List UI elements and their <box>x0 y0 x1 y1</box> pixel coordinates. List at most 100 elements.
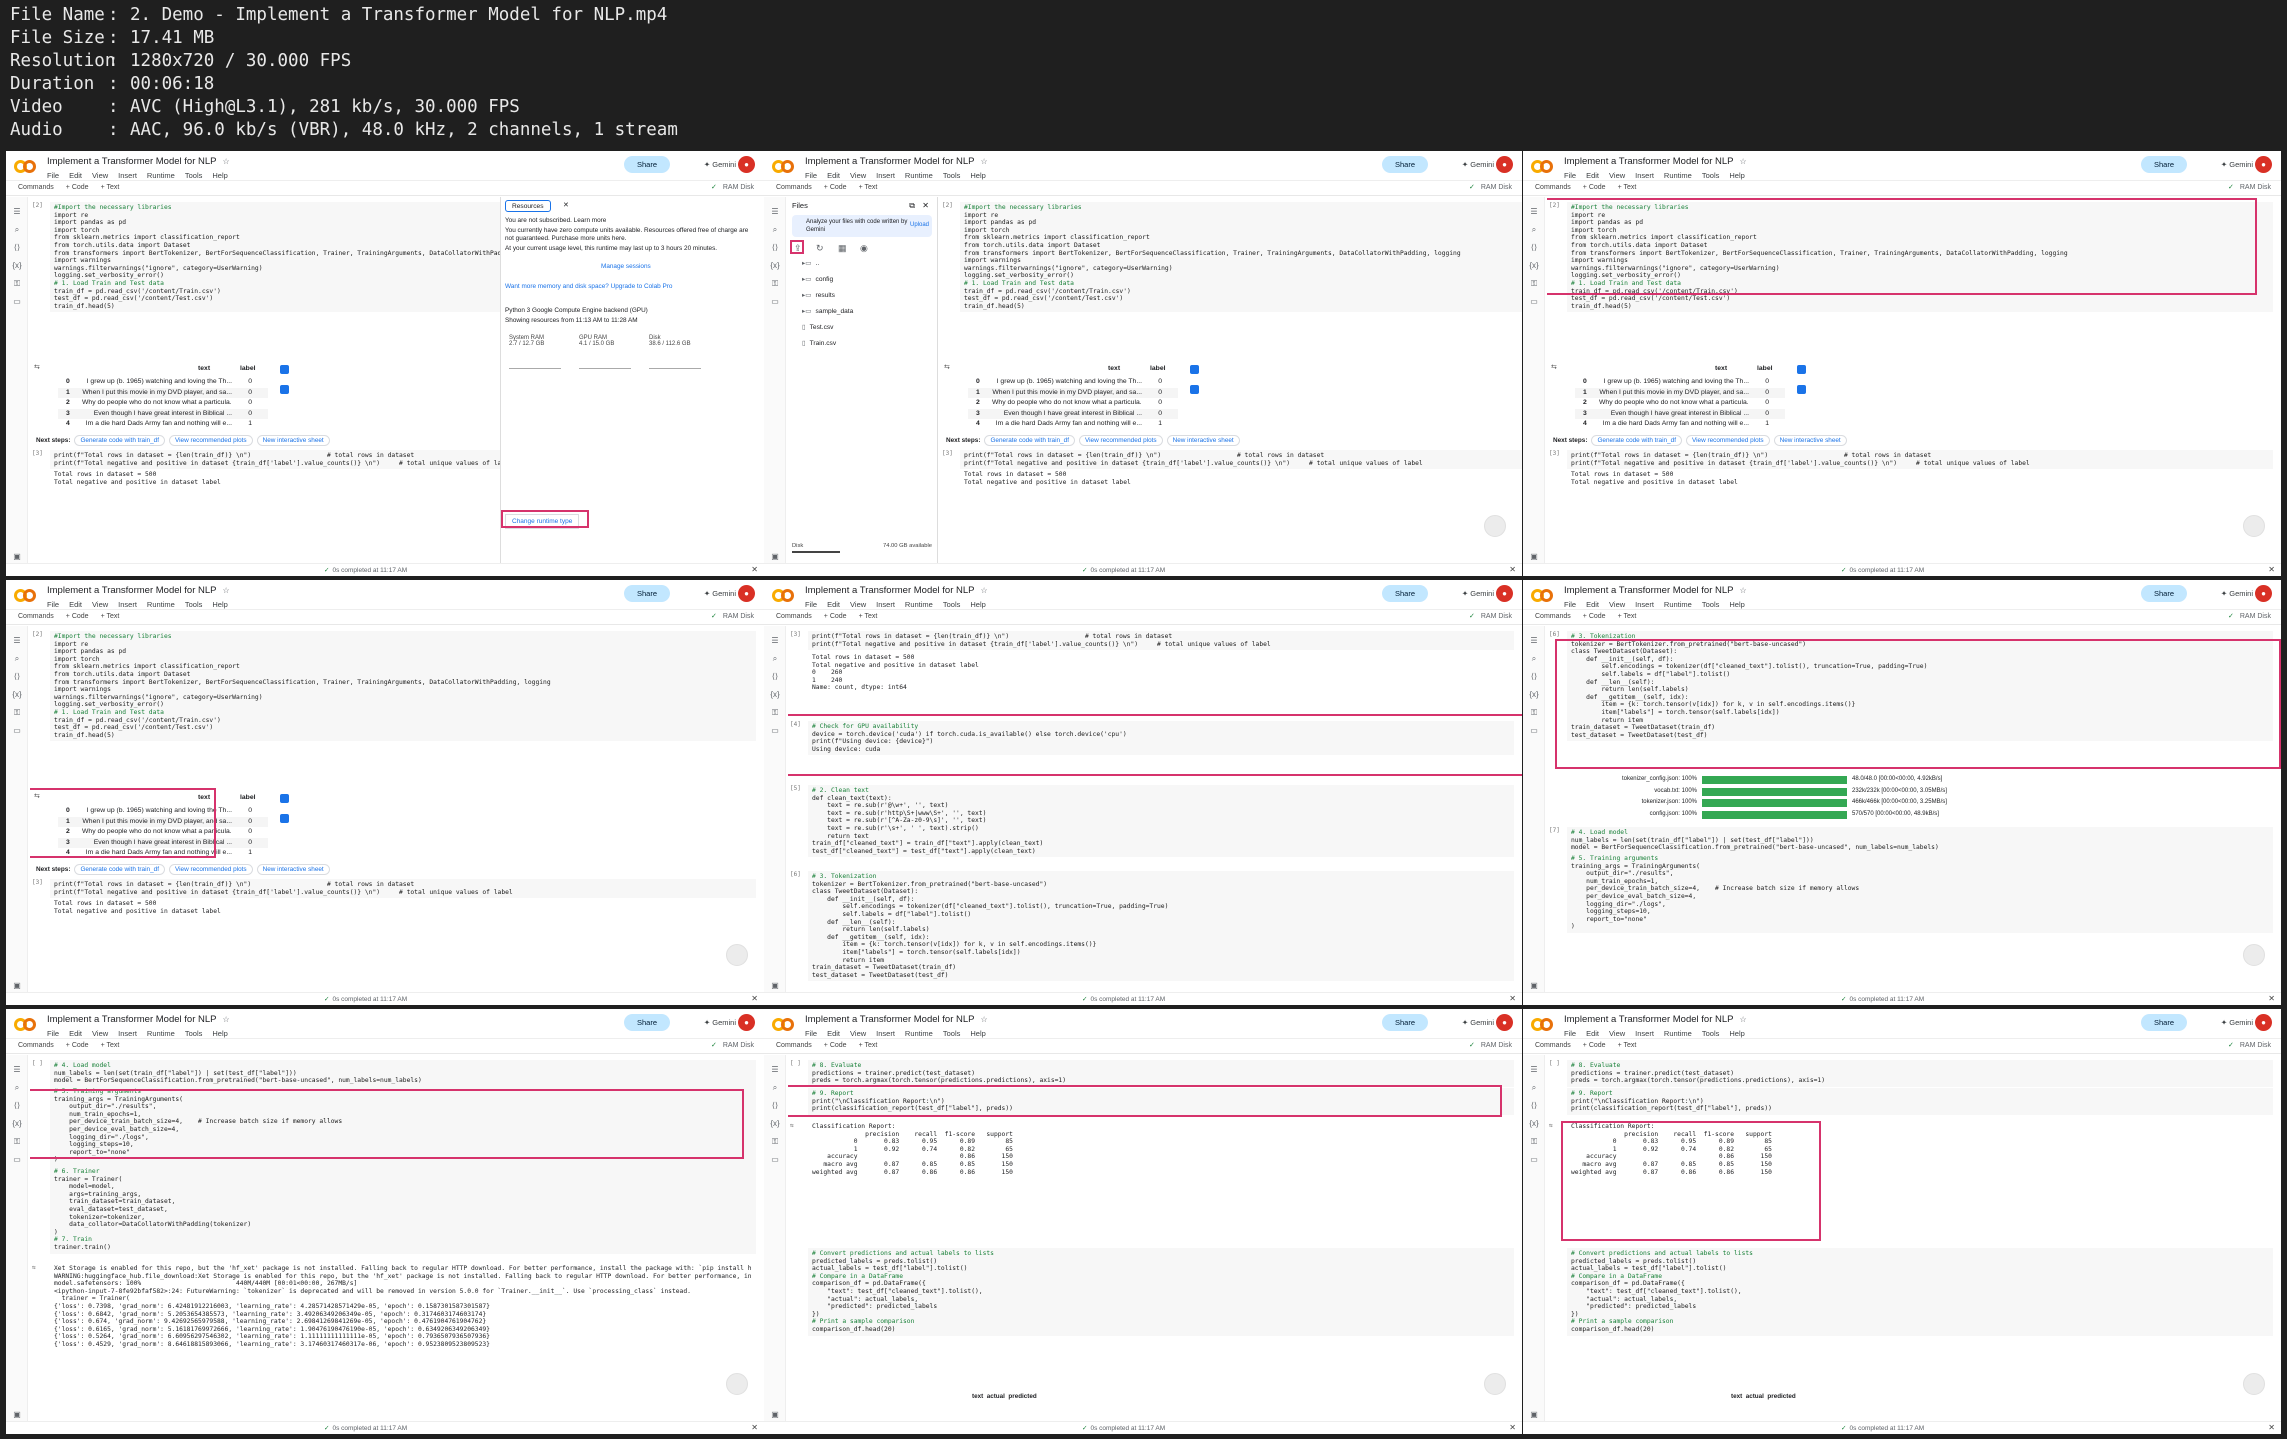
menu-item[interactable]: Help <box>1729 600 1744 609</box>
code-cell[interactable]: # 9. Report print("\nClassification Repor… <box>1547 1087 2281 1116</box>
variables-icon[interactable]: {x} <box>12 1119 22 1129</box>
colab-logo-icon[interactable] <box>772 160 794 174</box>
toolbar-button[interactable]: + Text <box>859 184 878 191</box>
toolbar-button[interactable]: Commands <box>776 184 812 191</box>
terminal-icon[interactable]: ▣ <box>12 552 22 562</box>
code-snippets-icon[interactable]: ⟨⟩ <box>1529 672 1539 682</box>
menu-item[interactable]: View <box>1609 171 1625 180</box>
secrets-icon[interactable]: ⚿ <box>12 1137 22 1147</box>
terminal-icon[interactable]: ▣ <box>770 552 780 562</box>
code-editor[interactable]: print(f"Total rows in dataset = {len(tra… <box>50 879 756 899</box>
run-cell-button[interactable]: [7] <box>1549 827 1565 835</box>
code-snippets-icon[interactable]: ⟨⟩ <box>12 672 22 682</box>
share-button[interactable]: Share <box>2141 1014 2187 1031</box>
gemini-button[interactable]: ✦ Gemini <box>1462 589 1494 598</box>
colab-logo-icon[interactable] <box>1531 589 1553 603</box>
share-button[interactable]: Share <box>624 156 670 173</box>
tab-resources[interactable]: Resources <box>505 200 551 212</box>
runtime-status[interactable]: ✓ RAM Disk <box>1469 183 1512 191</box>
refresh-icon[interactable]: ↻ <box>816 243 824 254</box>
menu-item[interactable]: Runtime <box>1664 1029 1692 1038</box>
notebook-title[interactable]: Implement a Transformer Model for NLP ☆ <box>805 585 988 596</box>
menu-item[interactable]: Help <box>970 1029 985 1038</box>
star-icon[interactable]: ☆ <box>1739 157 1746 166</box>
variables-icon[interactable]: {x} <box>770 261 780 271</box>
table-options-icon[interactable] <box>1190 365 1199 374</box>
menu-item[interactable]: Runtime <box>905 171 933 180</box>
notebook-title-text[interactable]: Implement a Transformer Model for NLP <box>805 585 974 596</box>
menu-item[interactable]: File <box>1564 600 1576 609</box>
star-icon[interactable]: ☆ <box>222 1015 229 1024</box>
next-step-chip[interactable]: New interactive sheet <box>256 435 330 446</box>
search-icon[interactable]: ⌕ <box>1529 1083 1539 1093</box>
terminal-icon[interactable]: ▣ <box>1529 552 1539 562</box>
notebook-title[interactable]: Implement a Transformer Model for NLP ☆ <box>1564 585 1747 596</box>
toolbar-button[interactable]: + Text <box>1618 613 1637 620</box>
colab-logo-icon[interactable] <box>14 589 36 603</box>
run-cell-button[interactable]: [2] <box>32 631 48 639</box>
search-icon[interactable]: ⌕ <box>12 1083 22 1093</box>
folder-icon[interactable]: ▭ <box>12 297 22 307</box>
close-icon[interactable]: ✕ <box>922 201 929 210</box>
folder-icon[interactable]: ▭ <box>770 297 780 307</box>
toolbar-button[interactable]: Commands <box>776 613 812 620</box>
menu-item[interactable]: File <box>1564 1029 1576 1038</box>
avatar[interactable]: ● <box>2255 585 2272 602</box>
code-snippets-icon[interactable]: ⟨⟩ <box>1529 243 1539 253</box>
search-icon[interactable]: ⌕ <box>1529 225 1539 235</box>
share-button[interactable]: Share <box>1382 156 1428 173</box>
share-button[interactable]: Share <box>624 1014 670 1031</box>
run-cell-button[interactable]: [2] <box>942 202 958 210</box>
close-icon[interactable]: ✕ <box>1509 565 1516 574</box>
star-icon[interactable]: ☆ <box>222 157 229 166</box>
search-icon[interactable]: ⌕ <box>770 1083 780 1093</box>
menu-item[interactable]: Runtime <box>147 171 175 180</box>
code-editor[interactable]: print(f"Total rows in dataset = {len(tra… <box>808 631 1514 651</box>
runtime-status[interactable]: ✓ RAM Disk <box>711 183 754 191</box>
menu-item[interactable]: File <box>47 600 59 609</box>
hide-files-icon[interactable]: ◉ <box>860 243 868 254</box>
gemini-button[interactable]: ✦ Gemini <box>2221 160 2253 169</box>
toolbar-button[interactable]: + Text <box>1618 184 1637 191</box>
toolbar-button[interactable]: + Code <box>66 613 89 620</box>
menu-item[interactable]: Runtime <box>1664 600 1692 609</box>
menu-item[interactable]: File <box>805 171 817 180</box>
toolbar-button[interactable]: + Code <box>824 1042 847 1049</box>
upgrade-text[interactable]: Want more memory and disk space? Upgrade… <box>505 283 758 291</box>
menu-item[interactable]: View <box>92 171 108 180</box>
menu-item[interactable]: File <box>47 1029 59 1038</box>
folder-icon[interactable]: ▭ <box>1529 726 1539 736</box>
code-editor[interactable]: # 9. Report print("\nClassification Repor… <box>1567 1088 2273 1115</box>
toolbar-button[interactable]: + Text <box>859 613 878 620</box>
terminal-icon[interactable]: ▣ <box>1529 981 1539 991</box>
menu-item[interactable]: Runtime <box>1664 171 1692 180</box>
toolbar-button[interactable]: + Code <box>66 184 89 191</box>
secrets-icon[interactable]: ⚿ <box>1529 708 1539 718</box>
run-cell-button[interactable]: [5] <box>790 785 806 793</box>
search-icon[interactable]: ⌕ <box>12 654 22 664</box>
code-editor[interactable]: #Import the necessary libraries import re… <box>50 631 756 742</box>
output-icon[interactable]: ⇆ <box>790 1122 806 1130</box>
output-icon[interactable]: ⇆ <box>34 363 40 371</box>
menu-item[interactable]: Tools <box>1702 600 1720 609</box>
menu-item[interactable]: Tools <box>943 171 961 180</box>
avatar[interactable]: ● <box>2255 1014 2272 1031</box>
notebook-title[interactable]: Implement a Transformer Model for NLP ☆ <box>1564 1014 1747 1025</box>
terminal-icon[interactable]: ▣ <box>770 981 780 991</box>
menu-item[interactable]: Tools <box>1702 1029 1720 1038</box>
menu-item[interactable]: Insert <box>876 1029 895 1038</box>
new-window-icon[interactable]: ⧉ <box>909 201 915 211</box>
menu-item[interactable]: Runtime <box>905 1029 933 1038</box>
runtime-status[interactable]: ✓ RAM Disk <box>2228 183 2271 191</box>
menu-item[interactable]: Edit <box>827 1029 840 1038</box>
toolbar-button[interactable]: + Text <box>101 613 120 620</box>
gemini-button[interactable]: ✦ Gemini <box>1462 1018 1494 1027</box>
file-tree-item[interactable]: ▸▭ config <box>802 275 833 283</box>
run-cell-button[interactable]: [6] <box>790 871 806 879</box>
menu-item[interactable]: Edit <box>1586 600 1599 609</box>
menu-item[interactable]: Edit <box>1586 171 1599 180</box>
code-editor[interactable]: # 6. Trainer trainer = Trainer( model=mod… <box>50 1166 756 1254</box>
notebook-title-text[interactable]: Implement a Transformer Model for NLP <box>805 1014 974 1025</box>
gemini-button[interactable]: ✦ Gemini <box>704 589 736 598</box>
menu-item[interactable]: Edit <box>1586 1029 1599 1038</box>
